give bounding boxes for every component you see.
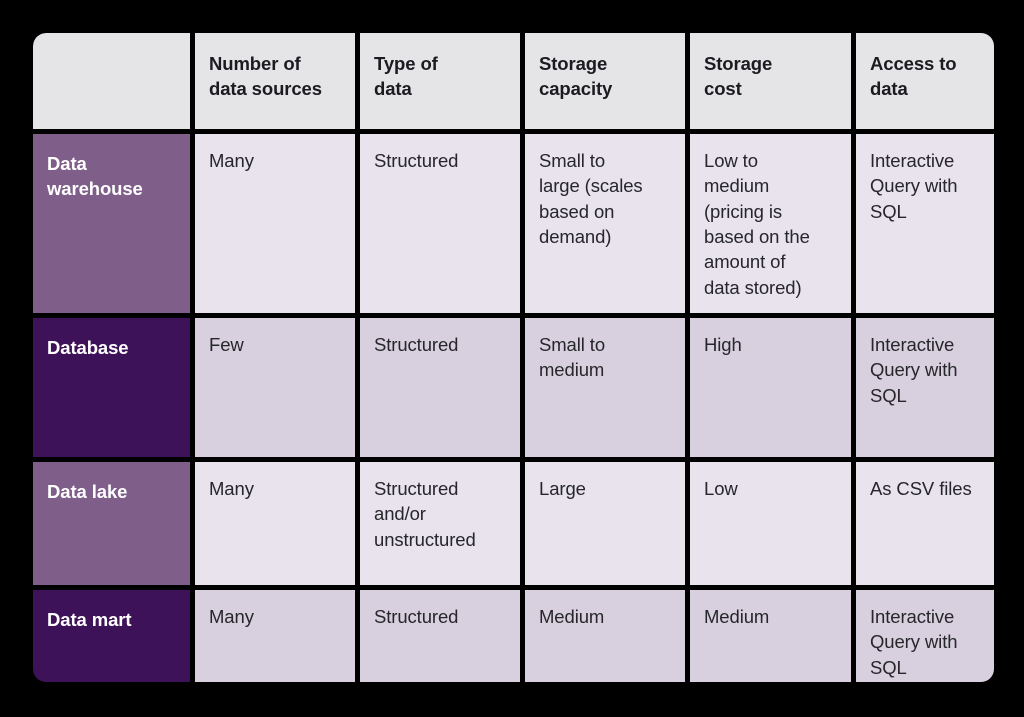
cell-data-warehouse-type-of-data: Structured xyxy=(360,134,520,313)
column-header-number-of-data-sources: Number of data sources xyxy=(195,33,355,129)
cell-data-lake-storage-cost: Low xyxy=(690,462,851,585)
cell-database-access-to-data: Interactive Query with SQL xyxy=(856,318,994,457)
comparison-table: Number of data sources Type of data Stor… xyxy=(33,33,994,682)
screenshot-canvas: Number of data sources Type of data Stor… xyxy=(0,0,1024,717)
column-header-type-of-data: Type of data xyxy=(360,33,520,129)
cell-data-mart-storage-capacity: Medium xyxy=(525,590,685,682)
cell-data-warehouse-storage-capacity: Small to large (scales based on demand) xyxy=(525,134,685,313)
cell-data-mart-number-of-data-sources: Many xyxy=(195,590,355,682)
cell-database-type-of-data: Structured xyxy=(360,318,520,457)
cell-data-warehouse-number-of-data-sources: Many xyxy=(195,134,355,313)
row-label-data-warehouse: Data warehouse xyxy=(33,134,190,313)
cell-data-lake-storage-capacity: Large xyxy=(525,462,685,585)
cell-data-warehouse-storage-cost: Low to medium (pricing is based on the a… xyxy=(690,134,851,313)
column-header-storage-cost: Storage cost xyxy=(690,33,851,129)
cell-data-mart-type-of-data: Structured xyxy=(360,590,520,682)
cell-database-number-of-data-sources: Few xyxy=(195,318,355,457)
row-label-database: Database xyxy=(33,318,190,457)
cell-data-lake-type-of-data: Structured and/or unstructured xyxy=(360,462,520,585)
row-label-data-lake: Data lake xyxy=(33,462,190,585)
cell-database-storage-cost: High xyxy=(690,318,851,457)
column-header-access-to-data: Access to data xyxy=(856,33,994,129)
cell-data-mart-access-to-data: Interactive Query with SQL xyxy=(856,590,994,682)
row-label-data-mart: Data mart xyxy=(33,590,190,682)
cell-data-mart-storage-cost: Medium xyxy=(690,590,851,682)
cell-data-lake-number-of-data-sources: Many xyxy=(195,462,355,585)
cell-data-warehouse-access-to-data: Interactive Query with SQL xyxy=(856,134,994,313)
cell-database-storage-capacity: Small to medium xyxy=(525,318,685,457)
column-header-storage-capacity: Storage capacity xyxy=(525,33,685,129)
table-header-corner-cell xyxy=(33,33,190,129)
cell-data-lake-access-to-data: As CSV files xyxy=(856,462,994,585)
